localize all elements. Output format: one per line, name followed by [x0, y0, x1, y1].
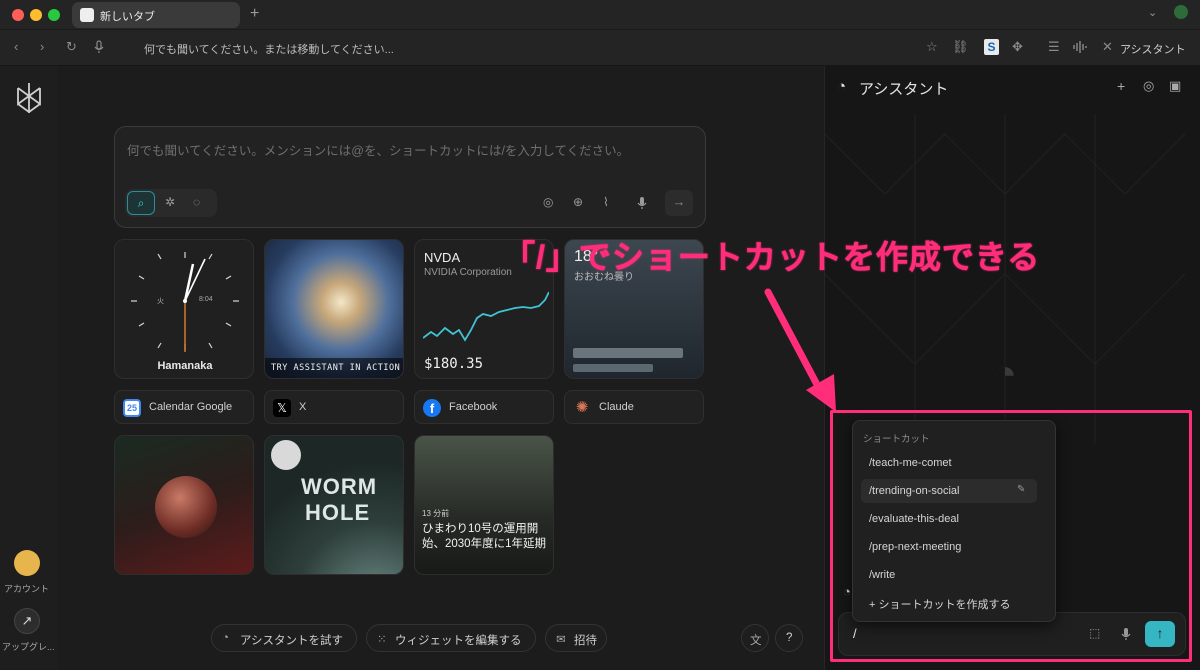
quick-link-claude[interactable]: ✺ Claude: [564, 390, 704, 424]
tab-list-chevron-icon[interactable]: ⌄: [1148, 6, 1157, 19]
assistant-toggle-button[interactable]: アシスタント: [1120, 41, 1186, 57]
assistant-watermark-logo-icon: ◔: [993, 352, 1018, 396]
annotation-arrow: [764, 288, 836, 412]
space-planet-widget[interactable]: [114, 435, 254, 575]
invite-label: 招待: [574, 635, 597, 647]
stock-ticker: NVDA: [424, 250, 461, 265]
translate-button[interactable]: 文: [741, 624, 769, 652]
assistant-settings-icon[interactable]: ◎: [1143, 78, 1154, 94]
weather-blur-bar: [573, 348, 683, 358]
minimize-window-button[interactable]: [30, 9, 42, 21]
browser-toolbar: ‹ › ↻ 何でも聞いてください。または移動してください... ☆ ⛓ S ✥ …: [0, 30, 1200, 66]
new-tab-main: 何でも聞いてください。メンションには@を、ショートカットには/を入力してください…: [58, 66, 824, 670]
quick-link-calendar[interactable]: 25 Calendar Google: [114, 390, 254, 424]
stock-price: $180.35: [424, 356, 484, 372]
globe-icon[interactable]: ⊕: [573, 195, 583, 209]
search-input[interactable]: 何でも聞いてください。メンションには@を、ショートカットには/を入力してください…: [127, 140, 629, 159]
worm-hole-widget[interactable]: WORM HOLE: [264, 435, 404, 575]
clock-location-label: Hamanaka: [157, 360, 213, 372]
calendar-icon: 25: [123, 399, 141, 417]
account-avatar[interactable]: [14, 550, 40, 576]
claude-icon: ✺: [575, 399, 589, 416]
extensions-puzzle-icon[interactable]: ✥: [1012, 40, 1023, 54]
search-mode-icon[interactable]: ⌕: [127, 191, 155, 215]
link-icon[interactable]: ⛓: [952, 40, 969, 54]
close-assistant-icon[interactable]: ✕: [1102, 40, 1113, 54]
perplexity-logo-icon[interactable]: [15, 82, 43, 114]
extension-s-icon[interactable]: S: [984, 39, 999, 55]
worm-hole-title-line1: WORM: [301, 474, 378, 499]
back-icon[interactable]: ‹: [14, 40, 18, 54]
try-assistant-button[interactable]: ◔ アシスタントを試す: [211, 624, 357, 652]
perplexity-tab-icon: [80, 8, 94, 22]
assistant-icon: ◔: [222, 632, 229, 644]
try-assistant-label: アシスタントを試す: [240, 635, 344, 647]
analog-clock: [131, 252, 239, 352]
promo-caption: TRY ASSISTANT IN ACTION: [271, 363, 401, 373]
facebook-icon: f: [423, 399, 441, 417]
news-widget[interactable]: 13 分前 ひまわり10号の運用開始、2030年度に1年延期: [414, 435, 554, 575]
x-icon: 𝕏: [273, 399, 291, 417]
forward-icon[interactable]: ›: [40, 40, 44, 54]
reader-menu-icon[interactable]: ☰: [1048, 40, 1060, 54]
stock-company: NVIDIA Corporation: [424, 267, 512, 278]
audio-waveform-icon[interactable]: [1072, 40, 1088, 54]
history-icon[interactable]: ▣: [1169, 78, 1181, 94]
clock-widget[interactable]: 火 8:04 Hamanaka: [114, 239, 254, 379]
assistant-promo-widget[interactable]: TRY ASSISTANT IN ACTION: [264, 239, 404, 379]
weather-blur-bar: [573, 364, 653, 372]
invite-button[interactable]: ✉ 招待: [545, 624, 607, 652]
help-button[interactable]: ?: [775, 624, 803, 652]
tab-title: 新しいタブ: [100, 11, 155, 23]
microphone-icon[interactable]: [637, 196, 647, 210]
search-mode-group: ⌕ ✲ ◌: [125, 189, 217, 217]
quick-link-label: Facebook: [449, 401, 498, 413]
attach-paperclip-icon[interactable]: ⌇: [603, 195, 609, 209]
edit-widgets-label: ウィジェットを編集する: [395, 635, 522, 647]
model-chip-icon[interactable]: ◎: [543, 195, 553, 209]
worm-hole-title-line2: HOLE: [305, 500, 371, 525]
news-headline: ひまわり10号の運用開始、2030年度に1年延期: [422, 523, 546, 550]
reload-icon[interactable]: ↻: [66, 40, 77, 54]
close-window-button[interactable]: [12, 9, 24, 21]
news-time: 13 分前: [422, 509, 450, 518]
annotation-highlight-box: [830, 410, 1192, 662]
grid-icon: ⁙: [377, 634, 387, 646]
help-icon: ?: [786, 632, 793, 644]
left-sidebar: アカウント ↗ アップグレ...: [0, 66, 58, 670]
account-label: アカウント: [4, 584, 50, 594]
upgrade-label: アップグレ...: [2, 642, 55, 652]
moon-image: [271, 440, 301, 470]
new-thread-plus-icon[interactable]: +: [1117, 78, 1125, 94]
submit-arrow-icon[interactable]: →: [665, 190, 693, 216]
quick-link-label: X: [299, 401, 307, 413]
new-tab-button[interactable]: +: [250, 5, 259, 23]
assistant-logo-icon: ◔: [837, 78, 847, 95]
assistant-panel-title: アシスタント: [859, 81, 949, 98]
title-bar: 新しいタブ + ⌄: [0, 0, 1200, 30]
profile-icon[interactable]: [1174, 5, 1188, 19]
upgrade-arrow-icon[interactable]: ↗: [14, 608, 40, 634]
clock-digital-time: 8:04: [199, 296, 213, 303]
stock-sparkline: [423, 291, 549, 342]
tab-new-tab[interactable]: 新しいタブ: [72, 2, 240, 28]
voice-search-icon[interactable]: [94, 40, 104, 54]
omnibox-input[interactable]: 何でも聞いてください。または移動してください...: [144, 41, 394, 57]
edit-widgets-button[interactable]: ⁙ ウィジェットを編集する: [366, 624, 536, 652]
quick-link-facebook[interactable]: f Facebook: [414, 390, 554, 424]
bookmark-star-icon[interactable]: ☆: [926, 40, 938, 54]
search-box[interactable]: 何でも聞いてください。メンションには@を、ショートカットには/を入力してください…: [114, 126, 706, 228]
labs-lightbulb-icon[interactable]: ◌: [193, 195, 200, 209]
mail-icon: ✉: [556, 634, 566, 646]
planet-image: [155, 476, 217, 538]
translate-icon: 文: [750, 635, 762, 647]
zoom-window-button[interactable]: [48, 9, 60, 21]
annotation-callout: 「/」でショートカットを作成できる: [503, 239, 1041, 276]
quick-link-label: Calendar Google: [149, 401, 233, 413]
quick-link-label: Claude: [599, 401, 634, 413]
research-mode-icon[interactable]: ✲: [165, 195, 175, 209]
quick-link-x[interactable]: 𝕏 X: [264, 390, 404, 424]
clock-day: 火: [157, 298, 164, 305]
